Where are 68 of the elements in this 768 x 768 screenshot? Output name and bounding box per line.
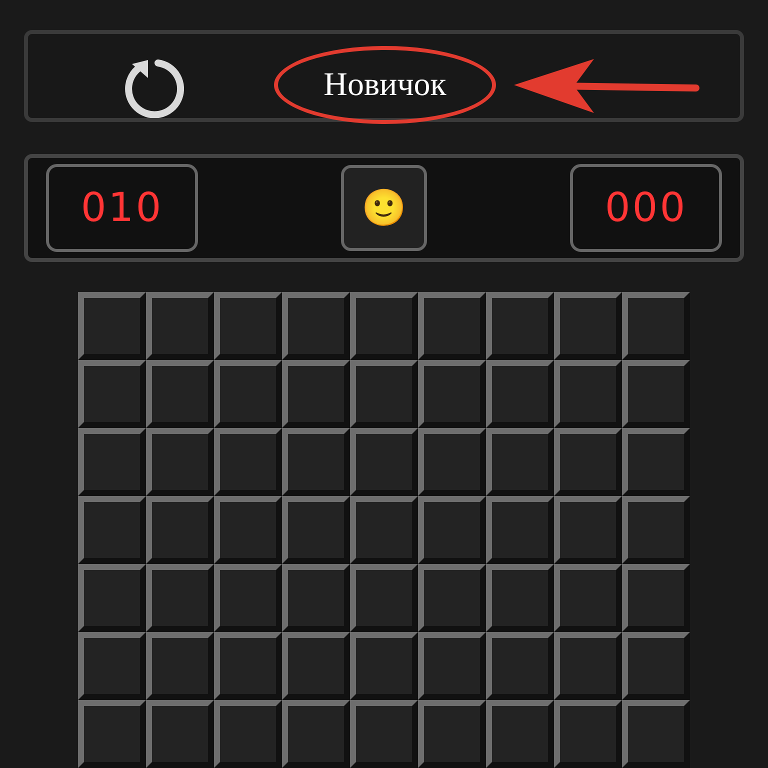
board-cell[interactable]: [78, 700, 146, 768]
board-cell[interactable]: [282, 632, 350, 700]
board-cell[interactable]: [282, 292, 350, 360]
face-button[interactable]: 🙂: [341, 164, 427, 251]
board-cell[interactable]: [554, 360, 622, 428]
board-cell[interactable]: [554, 428, 622, 496]
timer-display: 000: [570, 164, 722, 252]
board-cell[interactable]: [622, 632, 690, 700]
board-cell[interactable]: [486, 428, 554, 496]
board-cell[interactable]: [146, 292, 214, 360]
board-cell[interactable]: [214, 428, 282, 496]
board-cell[interactable]: [418, 292, 486, 360]
board-cell[interactable]: [78, 564, 146, 632]
board-cell[interactable]: [554, 292, 622, 360]
board-cell[interactable]: [282, 700, 350, 768]
board-cell[interactable]: [78, 428, 146, 496]
board-cell[interactable]: [214, 700, 282, 768]
board-cell[interactable]: [554, 632, 622, 700]
board-cell[interactable]: [350, 496, 418, 564]
board-cell[interactable]: [622, 700, 690, 768]
board-cell[interactable]: [146, 360, 214, 428]
board-cell[interactable]: [78, 496, 146, 564]
board-cell[interactable]: [418, 496, 486, 564]
board-cell[interactable]: [78, 360, 146, 428]
board-cell[interactable]: [350, 632, 418, 700]
board-cell[interactable]: [214, 292, 282, 360]
board-cell[interactable]: [350, 564, 418, 632]
board-cell[interactable]: [350, 292, 418, 360]
board-cell[interactable]: [78, 292, 146, 360]
board-cell[interactable]: [486, 564, 554, 632]
board-cell[interactable]: [350, 360, 418, 428]
board-cell[interactable]: [214, 496, 282, 564]
board-cell[interactable]: [486, 360, 554, 428]
board-cell[interactable]: [146, 632, 214, 700]
board-cell[interactable]: [350, 428, 418, 496]
board-cell[interactable]: [214, 632, 282, 700]
board-cell[interactable]: [486, 632, 554, 700]
board-cell[interactable]: [146, 428, 214, 496]
difficulty-label[interactable]: Новичок: [274, 46, 496, 124]
board-cell[interactable]: [622, 360, 690, 428]
board-cell[interactable]: [418, 564, 486, 632]
board-cell[interactable]: [486, 292, 554, 360]
board-cell[interactable]: [78, 632, 146, 700]
board-cell[interactable]: [282, 360, 350, 428]
board-cell[interactable]: [554, 496, 622, 564]
board-cell[interactable]: [282, 496, 350, 564]
board-cell[interactable]: [418, 632, 486, 700]
arrow-icon: [512, 57, 702, 115]
board-cell[interactable]: [282, 428, 350, 496]
board-cell[interactable]: [146, 564, 214, 632]
board-cell[interactable]: [622, 428, 690, 496]
board-cell[interactable]: [418, 360, 486, 428]
board-cell[interactable]: [418, 700, 486, 768]
board-cell[interactable]: [146, 700, 214, 768]
board-cell[interactable]: [622, 496, 690, 564]
board-cell[interactable]: [554, 700, 622, 768]
board-cell[interactable]: [214, 360, 282, 428]
board-cell[interactable]: [282, 564, 350, 632]
board-cell[interactable]: [554, 564, 622, 632]
board-cell[interactable]: [622, 564, 690, 632]
board-cell[interactable]: [350, 700, 418, 768]
board-cell[interactable]: [146, 496, 214, 564]
board-cell[interactable]: [418, 428, 486, 496]
board-cell[interactable]: [486, 700, 554, 768]
mine-counter: 010: [46, 164, 198, 252]
board-cell[interactable]: [486, 496, 554, 564]
board-cell[interactable]: [622, 292, 690, 360]
board-cell[interactable]: [214, 564, 282, 632]
